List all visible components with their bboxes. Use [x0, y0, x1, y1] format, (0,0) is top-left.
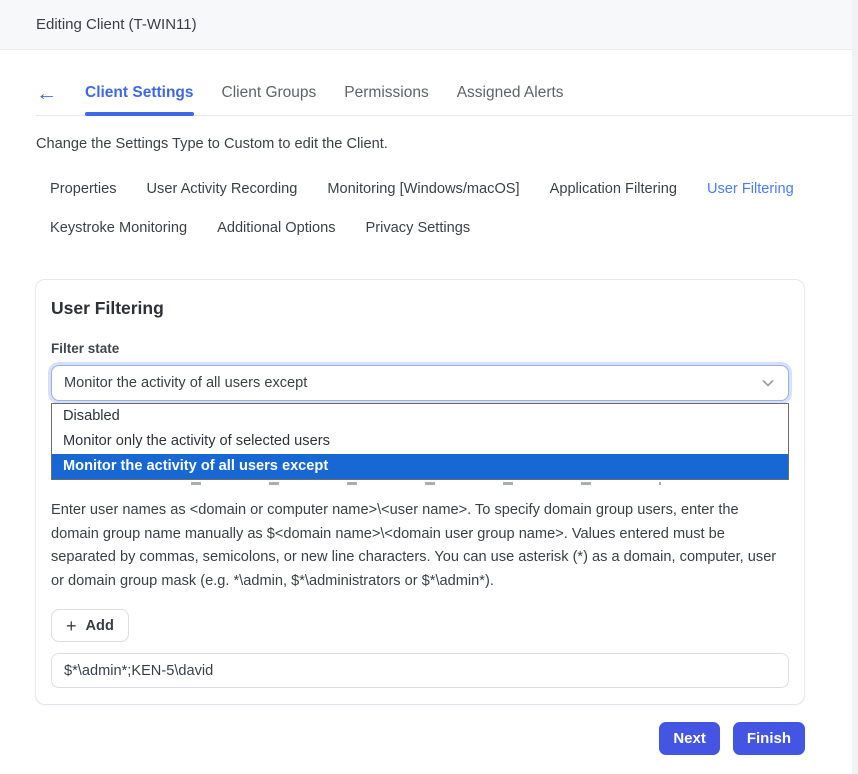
dropdown-option-disabled[interactable]: Disabled [52, 404, 788, 429]
subtab-user-filtering[interactable]: User Filtering [707, 181, 794, 197]
dropdown-option-monitor-selected[interactable]: Monitor only the activity of selected us… [52, 429, 788, 454]
back-arrow-icon[interactable]: ← [36, 83, 57, 115]
settings-type-notice: Change the Settings Type to Custom to ed… [36, 136, 858, 152]
window-titlebar: Editing Client (T-WIN11) [0, 0, 858, 50]
add-button[interactable]: + Add [51, 609, 129, 642]
page-title: Editing Client (T-WIN11) [36, 16, 197, 33]
subtab-keystroke-monitoring[interactable]: Keystroke Monitoring [50, 220, 187, 236]
finish-button[interactable]: Finish [733, 722, 805, 755]
plus-icon: + [66, 617, 77, 635]
subtab-user-activity-recording[interactable]: User Activity Recording [147, 181, 298, 197]
settings-subtabs-row1: Properties User Activity Recording Monit… [50, 181, 858, 197]
dropdown-option-monitor-all-except[interactable]: Monitor the activity of all users except [52, 454, 788, 479]
subtab-additional-options[interactable]: Additional Options [217, 220, 335, 236]
subtab-monitoring[interactable]: Monitoring [Windows/macOS] [327, 181, 519, 197]
scrollbar-track[interactable] [852, 0, 858, 774]
main-tabs: ← Client Settings Client Groups Permissi… [36, 50, 858, 116]
tab-assigned-alerts[interactable]: Assigned Alerts [457, 84, 564, 115]
add-button-label: Add [86, 618, 114, 634]
filter-state-dropdown-list: Disabled Monitor only the activity of se… [51, 403, 789, 480]
chevron-down-icon [760, 375, 776, 391]
tab-client-groups[interactable]: Client Groups [222, 84, 317, 115]
next-button[interactable]: Next [659, 722, 720, 755]
tab-client-settings[interactable]: Client Settings [85, 84, 194, 115]
subtab-properties[interactable]: Properties [50, 181, 117, 197]
filter-state-label: Filter state [51, 341, 789, 356]
occluded-text-fragment [191, 482, 661, 485]
subtab-privacy-settings[interactable]: Privacy Settings [366, 220, 471, 236]
user-names-help-text: Enter user names as <domain or computer … [51, 499, 789, 593]
wizard-footer: Next Finish [35, 722, 805, 755]
subtab-application-filtering[interactable]: Application Filtering [550, 181, 677, 197]
user-filtering-card: User Filtering Filter state Monitor the … [35, 279, 805, 705]
card-title: User Filtering [51, 298, 789, 319]
filter-state-selected-value: Monitor the activity of all users except [64, 375, 307, 391]
user-names-input[interactable] [51, 653, 789, 688]
tab-permissions[interactable]: Permissions [344, 84, 428, 115]
filter-state-select[interactable]: Monitor the activity of all users except [51, 365, 789, 401]
settings-subtabs-row2: Keystroke Monitoring Additional Options … [50, 220, 858, 236]
